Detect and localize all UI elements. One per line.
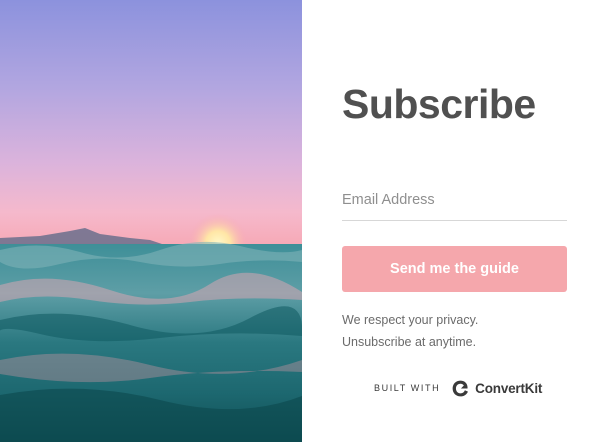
subscribe-card: Subscribe Send me the guide We respect y… [0,0,603,442]
privacy-line: We respect your privacy. [342,313,479,327]
send-guide-button[interactable]: Send me the guide [342,246,567,292]
built-with-label: BUILT WITH [374,383,441,393]
privacy-note: We respect your privacy. Unsubscribe at … [342,309,478,353]
subscribe-form: Subscribe Send me the guide We respect y… [302,0,603,442]
unsubscribe-line: Unsubscribe at anytime. [342,335,477,349]
email-field[interactable] [342,180,567,221]
built-with-badge[interactable]: BUILT WITH ConvertKit [374,377,542,399]
ocean-sunset-image [0,0,302,442]
convertkit-link[interactable]: ConvertKit [475,381,542,396]
convertkit-logo-icon [452,380,469,396]
form-title: Subscribe [342,81,536,127]
